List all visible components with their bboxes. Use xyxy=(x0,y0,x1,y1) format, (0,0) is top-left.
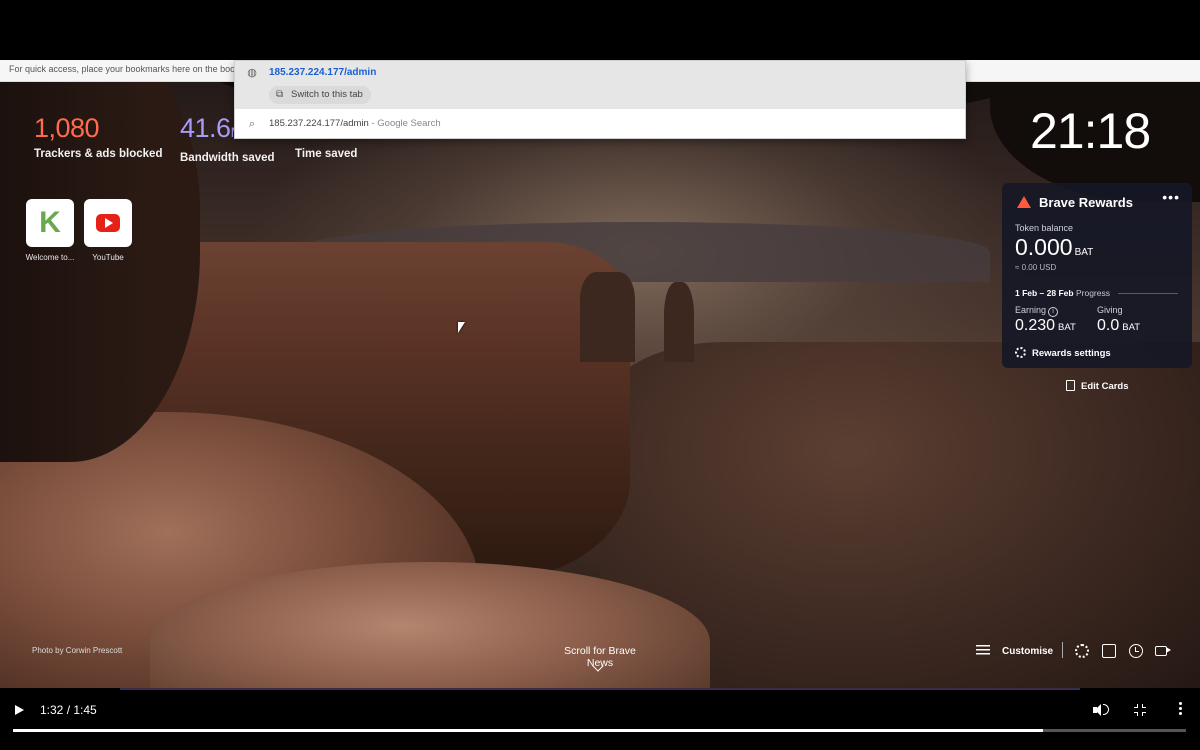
play-icon[interactable] xyxy=(15,705,24,715)
switch-tab-label: Switch to this tab xyxy=(291,89,363,100)
edit-cards-label: Edit Cards xyxy=(1081,381,1129,392)
more-options-icon[interactable]: ••• xyxy=(1162,189,1180,205)
rewards-title: Brave Rewards xyxy=(1039,195,1133,210)
globe-icon: ◍ xyxy=(247,67,257,79)
earning-value: 0.230 BAT xyxy=(1015,317,1076,335)
bandwidth-number: 41.6 xyxy=(180,113,231,143)
omnibox-suggestion-url[interactable]: ◍ 185.237.224.177/admin ⧉ Switch to this … xyxy=(235,61,965,109)
switch-to-tab-button[interactable]: ⧉ Switch to this tab xyxy=(269,86,371,104)
rewards-settings-label: Rewards settings xyxy=(1032,348,1111,359)
suggestion-url-text: 185.237.224.177/admin xyxy=(269,67,377,78)
earning-label: Earning i xyxy=(1015,305,1059,317)
earning-label-text: Earning xyxy=(1015,305,1047,315)
earning-unit: BAT xyxy=(1058,322,1076,333)
gear-icon xyxy=(1015,347,1026,358)
divider xyxy=(1062,642,1063,658)
token-balance-value: 0.000 xyxy=(1015,234,1073,260)
edit-cards-button[interactable]: Edit Cards xyxy=(1066,380,1129,392)
photo-credit[interactable]: Photo by Corwin Prescott xyxy=(32,646,122,655)
video-controls-bar xyxy=(0,688,1200,750)
token-balance-label: Token balance xyxy=(1015,223,1074,233)
info-icon[interactable]: i xyxy=(1048,307,1059,317)
youtube-icon xyxy=(96,214,120,232)
video-icon[interactable] xyxy=(1155,646,1171,656)
bookmark-icon[interactable] xyxy=(1102,644,1116,658)
video-top-edge xyxy=(120,688,1080,690)
progress-range: 1 Feb – 28 Feb Progress xyxy=(1015,288,1110,298)
video-progress-fill xyxy=(13,729,1043,732)
brave-rewards-card: Brave Rewards ••• Token balance 0.000 BAT… xyxy=(1002,183,1192,368)
bat-logo-icon xyxy=(1017,196,1031,208)
edit-cards-icon xyxy=(1066,380,1075,391)
earning-amount: 0.230 xyxy=(1015,317,1056,334)
search-icon: ⌕ xyxy=(248,118,256,130)
search-engine-suffix: - Google Search xyxy=(368,118,441,129)
search-query: 185.237.224.177/admin xyxy=(269,118,369,129)
giving-unit: BAT xyxy=(1122,322,1141,333)
top-site-label: Welcome to... xyxy=(25,253,75,262)
divider xyxy=(1118,293,1178,294)
rewards-settings-button[interactable]: Rewards settings xyxy=(1015,347,1111,359)
progress-dates: 1 Feb – 28 Feb xyxy=(1015,288,1074,298)
mouse-cursor-icon xyxy=(458,322,465,333)
stat-trackers: 1,080 Trackers & ads blocked xyxy=(34,112,162,160)
youtube-tile xyxy=(84,199,132,247)
token-unit: BAT xyxy=(1074,247,1094,258)
new-tab-page-background xyxy=(0,82,1200,688)
exit-fullscreen-icon[interactable] xyxy=(1134,704,1146,716)
customise-button[interactable]: Customise xyxy=(976,644,1053,657)
rock-spire xyxy=(664,282,694,362)
settings-icon[interactable] xyxy=(1075,644,1089,658)
top-site-welcome[interactable]: K Welcome to... xyxy=(20,199,80,262)
giving-amount: 0.0 xyxy=(1097,317,1120,334)
token-balance: 0.000 BAT xyxy=(1015,234,1093,261)
omnibox-dropdown: ◍ 185.237.224.177/admin ⧉ Switch to this … xyxy=(234,60,966,139)
omnibox-suggestion-search[interactable]: ⌕ 185.237.224.177/admin - Google Search xyxy=(235,111,965,137)
search-suggestion-text: 185.237.224.177/admin - Google Search xyxy=(269,118,441,129)
top-site-youtube[interactable]: YouTube xyxy=(78,199,138,262)
tab-icon: ⧉ xyxy=(276,89,284,100)
giving-label: Giving xyxy=(1097,305,1123,315)
customise-label: Customise xyxy=(1002,646,1054,657)
bookmarks-hint: For quick access, place your bookmarks h… xyxy=(9,64,248,74)
token-usd: ≈ 0.00 USD xyxy=(1015,263,1057,272)
video-frame: For quick access, place your bookmarks h… xyxy=(0,0,1200,750)
time-saved-label: Time saved xyxy=(295,148,358,160)
trackers-label: Trackers & ads blocked xyxy=(34,148,163,160)
giving-value: 0.0 BAT xyxy=(1097,317,1140,335)
progress-label: Progress xyxy=(1075,288,1110,298)
top-site-label: YouTube xyxy=(92,253,124,262)
rock-spire xyxy=(580,272,635,362)
history-icon[interactable] xyxy=(1129,644,1143,658)
clock: 21:18 xyxy=(1030,103,1151,159)
video-progress-bar[interactable] xyxy=(13,729,1186,732)
video-time: 1:32 / 1:45 xyxy=(40,703,97,717)
trackers-count: 1,080 xyxy=(34,113,100,143)
sliders-icon xyxy=(976,644,990,655)
more-options-icon[interactable] xyxy=(1177,702,1183,717)
k-logo: K xyxy=(26,199,74,247)
bandwidth-label: Bandwidth saved xyxy=(180,152,275,164)
